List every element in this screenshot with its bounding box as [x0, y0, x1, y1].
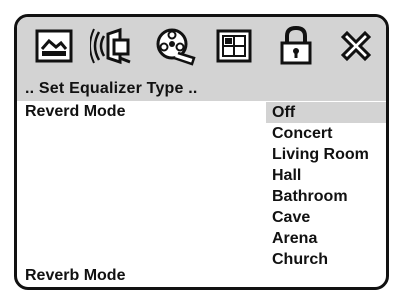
option-off[interactable]: Off	[266, 102, 386, 123]
option-hall[interactable]: Hall	[266, 165, 386, 186]
close-icon[interactable]	[333, 23, 379, 69]
reverb-mode-row-label: Reverd Mode	[25, 103, 126, 120]
option-church[interactable]: Church	[266, 249, 386, 270]
footer-status-label: Reverb Mode	[25, 267, 126, 284]
film-reel-icon[interactable]	[151, 23, 197, 69]
option-bathroom[interactable]: Bathroom	[266, 186, 386, 207]
screen-icon[interactable]	[31, 23, 77, 69]
menu-header-text: .. Set Equalizer Type ..	[25, 80, 198, 97]
category-toolbar	[17, 17, 386, 79]
menu-header: .. Set Equalizer Type ..	[17, 77, 386, 101]
option-concert[interactable]: Concert	[266, 123, 386, 144]
osd-menu-window: .. Set Equalizer Type .. Reverd Mode Off…	[14, 14, 389, 290]
option-arena[interactable]: Arena	[266, 228, 386, 249]
option-living-room[interactable]: Living Room	[266, 144, 386, 165]
lock-icon[interactable]	[273, 23, 319, 69]
reverb-options-list: Off Concert Living Room Hall Bathroom Ca…	[266, 102, 386, 270]
option-cave[interactable]: Cave	[266, 207, 386, 228]
speaker-icon[interactable]	[89, 23, 135, 69]
grid-icon[interactable]	[211, 23, 257, 69]
